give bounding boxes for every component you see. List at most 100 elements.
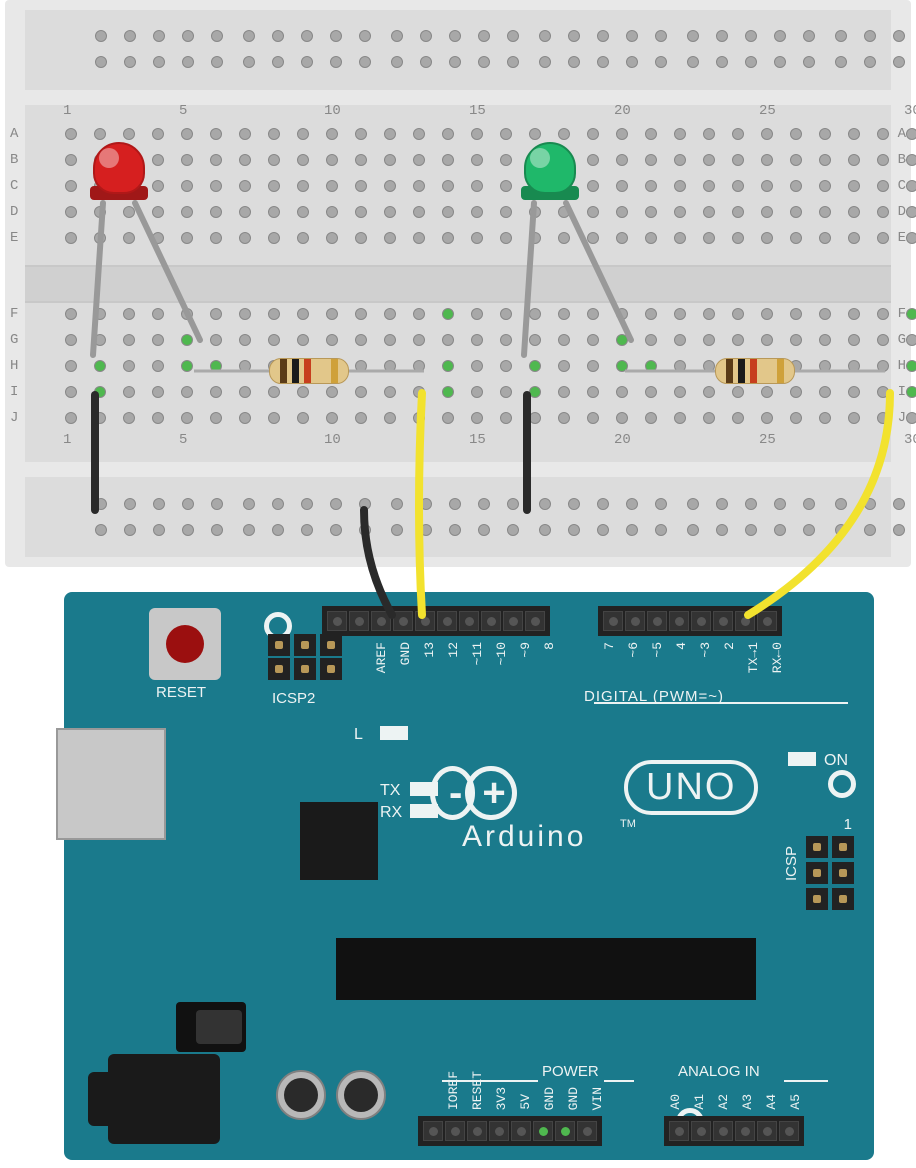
tie-hole[interactable] [790, 334, 802, 346]
tie-hole[interactable] [877, 334, 889, 346]
tie-hole[interactable] [877, 308, 889, 320]
rail-hole[interactable] [449, 524, 461, 536]
tie-hole[interactable] [732, 128, 744, 140]
rail-hole[interactable] [182, 524, 194, 536]
tie-hole[interactable] [645, 412, 657, 424]
tie-hole[interactable] [558, 412, 570, 424]
tie-hole[interactable] [123, 412, 135, 424]
barrel-jack[interactable] [108, 1054, 220, 1144]
pin-~3[interactable] [691, 611, 711, 631]
rail-hole[interactable] [153, 524, 165, 536]
tie-hole[interactable] [442, 206, 454, 218]
pin-A3[interactable] [735, 1121, 755, 1141]
tie-hole[interactable] [268, 232, 280, 244]
rail-hole[interactable] [716, 30, 728, 42]
rail-hole[interactable] [745, 56, 757, 68]
tie-hole[interactable] [674, 128, 686, 140]
tie-hole[interactable] [616, 128, 628, 140]
tie-hole[interactable] [877, 128, 889, 140]
pin-~9[interactable] [503, 611, 523, 631]
tie-hole[interactable] [819, 154, 831, 166]
tie-hole[interactable] [442, 154, 454, 166]
tie-hole[interactable] [674, 154, 686, 166]
tie-hole[interactable] [326, 206, 338, 218]
tie-hole[interactable] [297, 308, 309, 320]
tie-hole[interactable] [703, 412, 715, 424]
tie-hole[interactable] [674, 308, 686, 320]
tie-hole[interactable] [152, 412, 164, 424]
tie-hole[interactable] [384, 308, 396, 320]
rail-hole[interactable] [391, 30, 403, 42]
rail-hole[interactable] [301, 30, 313, 42]
tie-hole[interactable] [674, 386, 686, 398]
tie-hole[interactable] [587, 154, 599, 166]
tie-hole[interactable] [500, 180, 512, 192]
tie-hole[interactable] [239, 206, 251, 218]
rail-hole[interactable] [272, 56, 284, 68]
rail-hole[interactable] [478, 56, 490, 68]
tie-hole[interactable] [65, 308, 77, 320]
tie-hole[interactable] [268, 128, 280, 140]
tie-hole[interactable] [471, 128, 483, 140]
pin-12[interactable] [437, 611, 457, 631]
tie-hole[interactable] [761, 206, 773, 218]
tie-hole[interactable] [761, 128, 773, 140]
tie-hole[interactable] [906, 334, 916, 346]
tie-hole[interactable] [674, 232, 686, 244]
rail-hole[interactable] [243, 30, 255, 42]
tie-hole[interactable] [65, 154, 77, 166]
rail-hole[interactable] [420, 56, 432, 68]
tie-hole[interactable] [355, 412, 367, 424]
tie-hole[interactable] [94, 128, 106, 140]
tie-hole[interactable] [790, 206, 802, 218]
rail-hole[interactable] [893, 56, 905, 68]
rail-hole[interactable] [478, 524, 490, 536]
rail-hole[interactable] [655, 30, 667, 42]
tie-hole[interactable] [848, 232, 860, 244]
pin-GND[interactable] [555, 1121, 575, 1141]
rail-hole[interactable] [626, 524, 638, 536]
tie-hole[interactable] [848, 308, 860, 320]
rail-hole[interactable] [687, 30, 699, 42]
rail-hole[interactable] [301, 524, 313, 536]
tie-hole[interactable] [413, 180, 425, 192]
tie-hole[interactable] [268, 334, 280, 346]
tie-hole[interactable] [413, 128, 425, 140]
tie-hole[interactable] [239, 334, 251, 346]
tie-hole[interactable] [181, 412, 193, 424]
tie-hole[interactable] [703, 232, 715, 244]
power-header[interactable] [418, 1116, 602, 1146]
tie-hole[interactable] [587, 180, 599, 192]
tie-hole[interactable] [471, 386, 483, 398]
rail-hole[interactable] [359, 30, 371, 42]
rail-hole[interactable] [330, 498, 342, 510]
tie-hole[interactable] [500, 154, 512, 166]
pin-~6[interactable] [625, 611, 645, 631]
rail-hole[interactable] [655, 56, 667, 68]
tie-hole[interactable] [732, 334, 744, 346]
rail-hole[interactable] [539, 56, 551, 68]
rail-hole[interactable] [687, 56, 699, 68]
tie-hole[interactable] [906, 206, 916, 218]
tie-hole[interactable] [645, 128, 657, 140]
rail-hole[interactable] [272, 30, 284, 42]
tie-hole[interactable] [471, 308, 483, 320]
tie-hole[interactable] [239, 154, 251, 166]
tie-hole[interactable] [790, 308, 802, 320]
tie-hole[interactable] [848, 128, 860, 140]
tie-hole[interactable] [413, 308, 425, 320]
rail-hole[interactable] [153, 498, 165, 510]
rail-hole[interactable] [95, 30, 107, 42]
tie-hole[interactable] [355, 154, 367, 166]
tie-hole[interactable] [442, 386, 454, 398]
tie-hole[interactable] [152, 180, 164, 192]
pin-~11[interactable] [459, 611, 479, 631]
rail-hole[interactable] [507, 524, 519, 536]
pin-IOREF[interactable] [445, 1121, 465, 1141]
rail-hole[interactable] [124, 56, 136, 68]
tie-hole[interactable] [471, 154, 483, 166]
tie-hole[interactable] [210, 180, 222, 192]
tie-hole[interactable] [819, 128, 831, 140]
tie-hole[interactable] [442, 128, 454, 140]
tie-hole[interactable] [239, 232, 251, 244]
